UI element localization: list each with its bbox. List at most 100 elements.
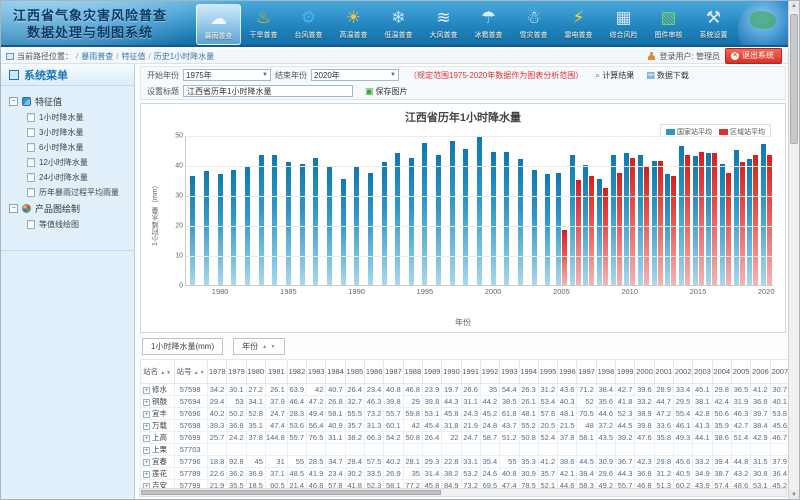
col-year-1990[interactable]: 1990 (442, 360, 461, 384)
col-year-1978[interactable]: 1978 (208, 360, 227, 384)
bar-regional-2012[interactable] (658, 161, 663, 286)
chart-title-input[interactable]: 江西省历年1小时降水量 (183, 85, 353, 97)
bar-national-2002[interactable] (518, 159, 523, 285)
bar-national-1981[interactable] (231, 170, 236, 286)
bar-regional-2007[interactable] (589, 176, 594, 286)
vertical-scroll-thumb[interactable] (790, 14, 798, 144)
bar-regional-2020[interactable] (767, 155, 772, 286)
bar-national-1989[interactable] (341, 179, 346, 286)
table-row[interactable]: +上栗 57703 (141, 444, 790, 456)
bar-national-2017[interactable] (720, 164, 725, 286)
bar-national-2003[interactable] (532, 170, 537, 286)
nav-item-高温普查[interactable]: ☀ 高温普查 (331, 4, 376, 45)
bar-national-2012[interactable] (652, 161, 657, 286)
bar-national-1997[interactable] (450, 141, 455, 285)
breadcrumb-item[interactable]: 暴雨普查 (81, 52, 113, 61)
col-year-1991[interactable]: 1991 (461, 360, 480, 384)
bar-national-2011[interactable] (638, 155, 643, 286)
table-row[interactable]: +修水 5759834.230.127.226.163.94240.726.42… (141, 384, 790, 396)
nav-item-冰雹普查[interactable]: ☂ 冰雹普查 (466, 4, 511, 45)
bar-regional-2015[interactable] (699, 152, 704, 286)
bar-national-1994[interactable] (409, 158, 414, 286)
col-year-1988[interactable]: 1988 (403, 360, 422, 384)
col-year-1993[interactable]: 1993 (500, 360, 519, 384)
tree-node-特征值[interactable]: − 特征值 (9, 95, 130, 108)
bar-national-2006[interactable] (570, 155, 575, 286)
col-year-1981[interactable]: 1981 (265, 360, 287, 384)
col-year-1987[interactable]: 1987 (384, 360, 403, 384)
vertical-scrollbar[interactable]: ▲ ▼ (788, 1, 799, 500)
tree-item-1小时降水量[interactable]: 1小时降水量 (27, 112, 130, 123)
bar-national-2016[interactable] (706, 153, 711, 285)
col-year-2003[interactable]: 2003 (693, 360, 712, 384)
bar-national-1983[interactable] (259, 155, 264, 286)
bar-national-2018[interactable] (734, 150, 739, 285)
col-year-1995[interactable]: 1995 (538, 360, 557, 384)
table-row[interactable]: +宜丰 5769640.250.252.824.728.349.458.155.… (141, 408, 790, 420)
expand-icon[interactable]: + (143, 459, 150, 466)
bar-national-2000[interactable] (491, 152, 496, 286)
save-image-button[interactable]: ▣ 保存图片 (365, 86, 408, 97)
nav-item-干旱普查[interactable]: ♨ 干旱普查 (241, 4, 286, 45)
col-year-1984[interactable]: 1984 (326, 360, 345, 384)
bar-national-2010[interactable] (624, 153, 629, 285)
expand-icon[interactable]: + (143, 471, 150, 478)
bar-national-2005[interactable] (556, 173, 561, 286)
metric-chip[interactable]: 1小时降水量(mm) (142, 338, 223, 355)
bar-national-1986[interactable] (300, 164, 305, 286)
bar-national-1992[interactable] (382, 162, 387, 285)
bar-national-1980[interactable] (218, 174, 223, 285)
col-year-2006[interactable]: 2006 (751, 360, 770, 384)
bar-national-2009[interactable] (611, 155, 616, 286)
bar-national-2015[interactable] (693, 156, 698, 285)
bar-regional-2013[interactable] (671, 176, 676, 286)
bar-national-1998[interactable] (463, 149, 468, 286)
table-row[interactable]: +铜鼓 5769429.45334.137.946.447.226.832.74… (141, 396, 790, 408)
bar-national-2007[interactable] (583, 165, 588, 285)
col-year-1989[interactable]: 1989 (422, 360, 441, 384)
breadcrumb-item[interactable]: 历史1小时降水量 (154, 52, 214, 61)
nav-item-雷电普查[interactable]: ⚡ 雷电普查 (556, 4, 601, 45)
bar-national-2019[interactable] (747, 159, 752, 285)
bar-national-1993[interactable] (395, 153, 400, 285)
tree-item-24小时降水量[interactable]: 24小时降水量 (27, 172, 130, 183)
scroll-up-arrow[interactable]: ▲ (789, 1, 799, 12)
table-row[interactable]: +万载 5769839.336.835.147.453.656.440.935.… (141, 420, 790, 432)
nav-item-图件审核[interactable]: ▧ 图件审核 (646, 4, 691, 45)
table-row[interactable]: +莲花 5778922.636.236.937.148.541.923.430.… (141, 468, 790, 480)
bar-regional-2016[interactable] (712, 153, 717, 285)
bar-national-1984[interactable] (272, 155, 277, 286)
year-sort-chip[interactable]: 年份 ▲ ▼ (233, 338, 285, 355)
tree-item-3小时降水量[interactable]: 3小时降水量 (27, 127, 130, 138)
tree-item-历年暴雨过程平均雨量[interactable]: 历年暴雨过程平均雨量 (27, 187, 130, 198)
data-download-button[interactable]: ▤ 数据下载 (646, 70, 689, 81)
col-year-1994[interactable]: 1994 (519, 360, 538, 384)
col-year-1997[interactable]: 1997 (577, 360, 596, 384)
bar-regional-2018[interactable] (740, 162, 745, 285)
col-year-1985[interactable]: 1985 (345, 360, 364, 384)
col-year-2004[interactable]: 2004 (712, 360, 731, 384)
bar-regional-2008[interactable] (603, 188, 608, 286)
col-year-1983[interactable]: 1983 (307, 360, 326, 384)
tree-item-等值线绘图[interactable]: 等值线绘图 (27, 219, 130, 230)
expand-icon[interactable]: + (143, 399, 150, 406)
bar-national-2013[interactable] (665, 174, 670, 285)
col-year-1980[interactable]: 1980 (246, 360, 265, 384)
col-year-1992[interactable]: 1992 (480, 360, 499, 384)
end-year-select[interactable]: 2020年▼ (311, 69, 399, 81)
table-row[interactable]: +上高 5769925.724.237.8144.855.776.531.138… (141, 432, 790, 444)
col-year-1996[interactable]: 1996 (558, 360, 577, 384)
breadcrumb-item[interactable]: 特征值 (121, 52, 145, 61)
bar-national-1996[interactable] (436, 155, 441, 286)
bar-national-2001[interactable] (504, 152, 509, 286)
nav-item-雪灾普查[interactable]: ☃ 雪灾普查 (511, 4, 556, 45)
expand-icon[interactable]: + (143, 435, 150, 442)
col-year-2005[interactable]: 2005 (731, 360, 750, 384)
horizontal-scrollbar[interactable] (139, 488, 787, 497)
bar-national-1999[interactable] (477, 137, 482, 286)
bar-national-1987[interactable] (313, 158, 318, 286)
col-year-1979[interactable]: 1979 (227, 360, 246, 384)
bar-national-2004[interactable] (545, 174, 550, 285)
tree-item-6小时降水量[interactable]: 6小时降水量 (27, 142, 130, 153)
expand-icon[interactable]: + (143, 387, 150, 394)
